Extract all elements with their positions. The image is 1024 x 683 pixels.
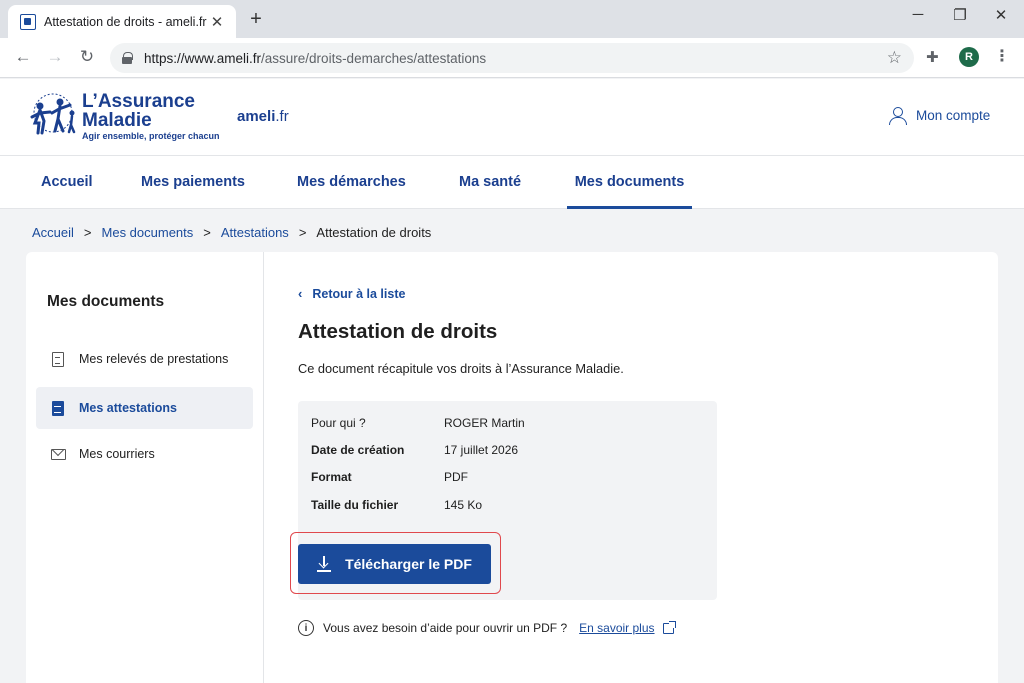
- browser-tab-bar: Attestation de droits - ameli.fr ✕ + ─ ❐…: [0, 0, 1024, 38]
- bookmark-star-icon[interactable]: ☆: [887, 48, 902, 68]
- learn-more-link[interactable]: En savoir plus: [579, 621, 654, 635]
- nav-item-ma-sante[interactable]: Ma santé: [459, 156, 521, 209]
- info-key: Taille du fichier: [311, 498, 399, 512]
- info-key: Format: [311, 470, 352, 484]
- info-icon: i: [298, 620, 314, 636]
- page-description: Ce document récapitule vos droits à l’As…: [298, 361, 624, 376]
- user-icon: [889, 107, 907, 125]
- sidebar-item-label: Mes courriers: [79, 447, 155, 461]
- envelope-icon: [50, 446, 66, 462]
- document-detail: ‹ Retour à la liste Attestation de droit…: [290, 252, 978, 683]
- content-card: Mes documents Mes relevés de prestations…: [26, 252, 998, 683]
- tab-title: Attestation de droits - ameli.fr: [44, 14, 207, 29]
- download-pdf-button[interactable]: Télécharger le PDF: [298, 544, 491, 584]
- nav-item-mes-demarches[interactable]: Mes démarches: [297, 156, 406, 209]
- sidebar-item-attestations[interactable]: Mes attestations: [36, 387, 253, 429]
- info-row-pour-qui: Pour qui ? ROGER Martin: [311, 416, 525, 430]
- back-to-list-link[interactable]: ‹ Retour à la liste: [298, 286, 405, 301]
- pdf-help: i Vous avez besoin d’aide pour ouvrir un…: [298, 620, 676, 636]
- sidebar-item-releves[interactable]: Mes relevés de prestations: [36, 338, 253, 380]
- download-icon: [317, 556, 332, 572]
- info-row-taille: Taille du fichier 145 Ko: [311, 498, 482, 512]
- chevron-right-icon: >: [298, 225, 307, 240]
- documents-sidebar: Mes documents Mes relevés de prestations…: [26, 252, 264, 683]
- info-value: 17 juillet 2026: [444, 443, 519, 457]
- kebab-menu-icon[interactable]: ⋮: [994, 46, 1010, 66]
- nav-item-mes-documents[interactable]: Mes documents: [567, 156, 692, 209]
- site-header: L’Assurance Maladie Agir ensemble, proté…: [0, 79, 1024, 155]
- reload-icon[interactable]: ↻: [76, 47, 98, 67]
- external-link-icon[interactable]: [662, 620, 676, 634]
- minimize-icon[interactable]: ─: [908, 6, 928, 23]
- document-info-box: Pour qui ? ROGER Martin Date de création…: [290, 401, 717, 600]
- back-arrow-icon[interactable]: ←: [12, 47, 34, 67]
- info-key: Date de création: [311, 443, 405, 457]
- account-button[interactable]: Mon compte: [889, 107, 991, 125]
- browser-toolbar: ← → ↻ https://www.ameli.fr/assure/droits…: [0, 38, 1024, 78]
- nav-item-accueil[interactable]: Accueil: [41, 156, 93, 209]
- restore-icon[interactable]: ❐: [950, 6, 970, 24]
- window-close-icon[interactable]: ✕: [991, 6, 1011, 24]
- extensions-icon[interactable]: ✚: [926, 48, 939, 66]
- forward-arrow-icon[interactable]: →: [44, 47, 66, 67]
- site-name[interactable]: ameli.fr: [237, 108, 289, 125]
- assurance-maladie-logo-icon[interactable]: [28, 93, 78, 137]
- lock-icon[interactable]: [122, 52, 133, 64]
- info-row-date: Date de création 17 juillet 2026: [311, 443, 518, 457]
- breadcrumb: Accueil > Mes documents > Attestations >…: [32, 225, 431, 240]
- info-row-format: Format PDF: [311, 470, 468, 484]
- chevron-right-icon: >: [203, 225, 211, 240]
- info-value: ROGER Martin: [444, 416, 525, 430]
- main-nav: Accueil Mes paiements Mes démarches Ma s…: [0, 155, 1024, 209]
- new-tab-button[interactable]: +: [246, 8, 266, 31]
- chevron-right-icon: >: [83, 225, 92, 240]
- breadcrumb-mes-documents[interactable]: Mes documents: [102, 225, 194, 240]
- sidebar-item-label: Mes relevés de prestations: [79, 352, 229, 366]
- address-bar[interactable]: https://www.ameli.fr/assure/droits-demar…: [110, 43, 914, 73]
- document-filled-icon: [50, 400, 66, 416]
- sidebar-title: Mes documents: [47, 293, 165, 310]
- url-text[interactable]: https://www.ameli.fr/assure/droits-demar…: [144, 51, 887, 66]
- breadcrumb-accueil[interactable]: Accueil: [32, 225, 74, 240]
- nav-item-mes-paiements[interactable]: Mes paiements: [141, 156, 245, 209]
- info-value: PDF: [444, 470, 468, 484]
- document-icon: [50, 351, 66, 367]
- breadcrumb-attestations[interactable]: Attestations: [221, 225, 289, 240]
- browser-tab[interactable]: Attestation de droits - ameli.fr ✕: [8, 5, 236, 38]
- logo-wordmark[interactable]: L’Assurance Maladie: [82, 92, 195, 130]
- ameli-favicon-icon: [20, 13, 36, 30]
- breadcrumb-current: Attestation de droits: [316, 225, 432, 240]
- logo-tagline: Agir ensemble, protéger chacun: [82, 131, 220, 141]
- tab-close-icon[interactable]: ✕: [208, 13, 226, 31]
- chevron-left-icon: ‹: [298, 286, 303, 301]
- sidebar-item-label: Mes attestations: [79, 401, 177, 415]
- page-title: Attestation de droits: [298, 320, 498, 343]
- info-value: 145 Ko: [444, 498, 483, 512]
- account-label: Mon compte: [916, 108, 991, 123]
- sidebar-item-courriers[interactable]: Mes courriers: [36, 433, 253, 475]
- profile-avatar[interactable]: R: [959, 47, 979, 67]
- help-text: Vous avez besoin d’aide pour ouvrir un P…: [323, 621, 568, 635]
- info-key: Pour qui ?: [311, 416, 366, 430]
